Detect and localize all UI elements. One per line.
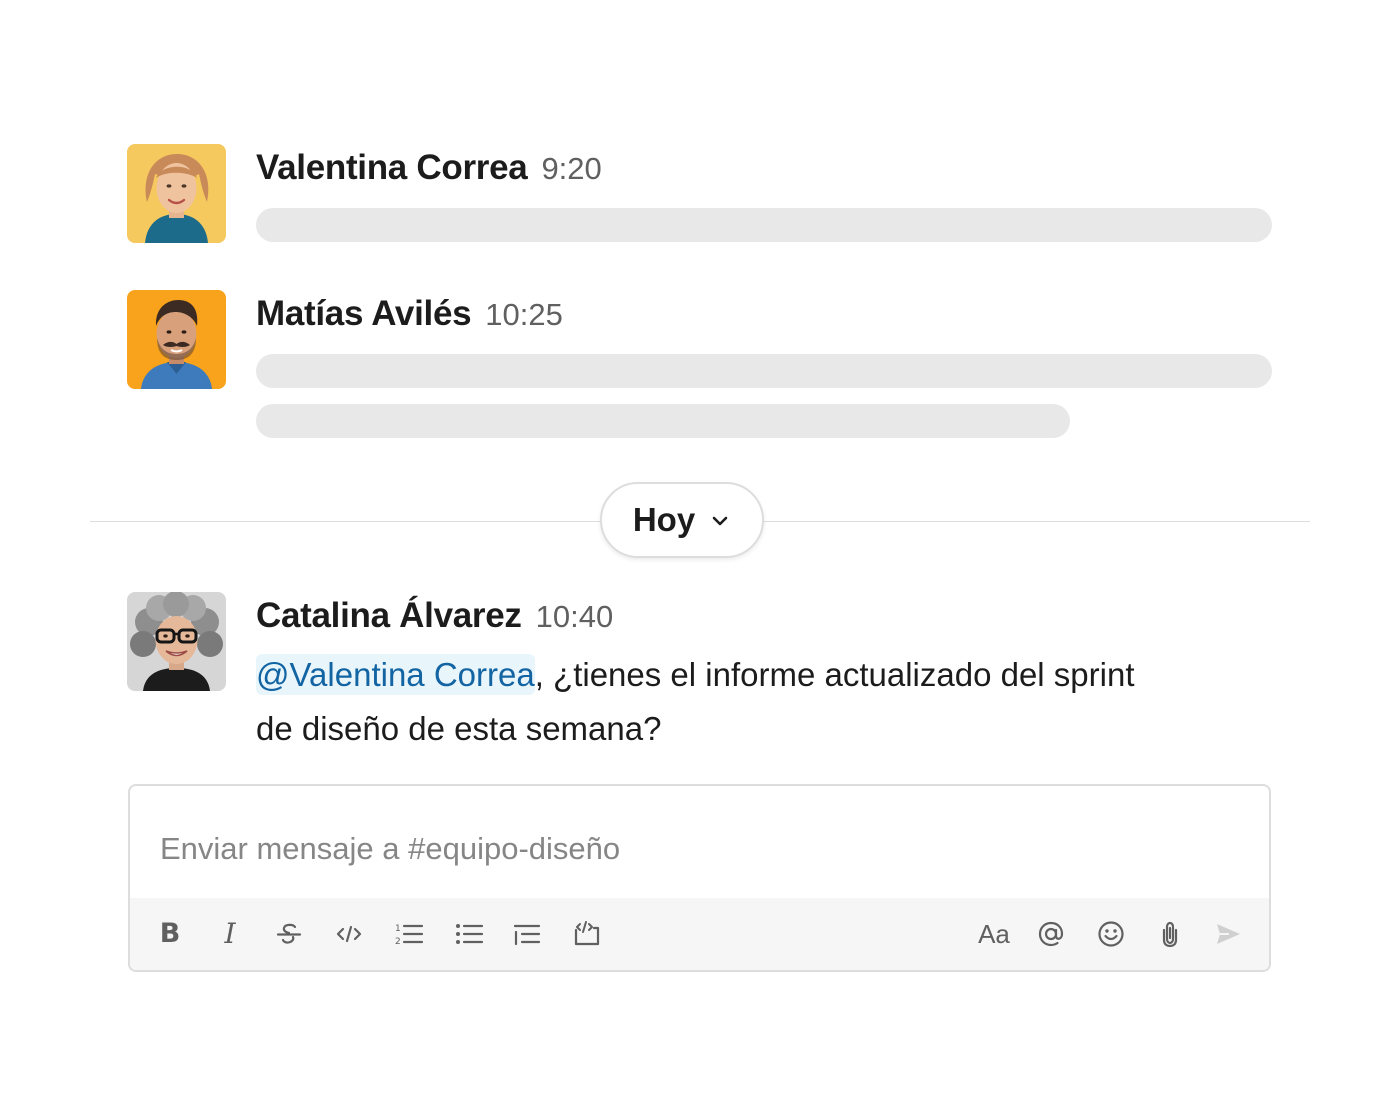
mention-icon (1038, 921, 1064, 947)
strikethrough-icon (276, 923, 302, 944)
blockquote-button[interactable] (507, 914, 547, 954)
bold-button[interactable]: B (150, 914, 190, 954)
avatar-catalina-image (127, 592, 226, 691)
format-text-icon: Aa (978, 919, 1010, 949)
code-icon (336, 925, 362, 943)
message-timestamp[interactable]: 10:25 (485, 297, 563, 332)
blockquote-icon (513, 924, 541, 946)
sender-name[interactable]: Valentina Correa (256, 148, 528, 187)
avatar-catalina[interactable] (127, 592, 226, 691)
format-text-button[interactable]: Aa (972, 914, 1016, 954)
code-button[interactable] (329, 914, 369, 954)
user-mention[interactable]: @Valentina Correa (256, 654, 535, 695)
bullet-list-button[interactable] (449, 914, 489, 954)
day-divider-button[interactable]: Hoy (600, 482, 764, 558)
avatar-valentina-image (127, 144, 226, 243)
message-timestamp[interactable]: 10:40 (536, 599, 614, 634)
send-button[interactable] (1208, 914, 1248, 954)
ordered-list-button[interactable]: 1 2 (389, 914, 429, 954)
day-divider-label: Hoy (632, 501, 696, 538)
message-input[interactable] (130, 786, 1269, 898)
italic-button[interactable]: I (210, 914, 250, 954)
svg-text:2: 2 (395, 937, 401, 947)
message-text-line-2: de diseño de esta semana? (256, 710, 662, 747)
send-icon (1217, 924, 1240, 944)
avatar-matias[interactable] (127, 290, 226, 389)
emoji-icon (1098, 921, 1124, 947)
message-timestamp[interactable]: 9:20 (541, 151, 601, 186)
avatar-matias-image (127, 290, 226, 389)
svg-text:1: 1 (395, 924, 401, 934)
message-header: Catalina Álvarez 10:40 (256, 594, 613, 645)
attach-button[interactable] (1150, 914, 1190, 954)
message-body: @Valentina Correa, ¿tienes el informe ac… (256, 648, 1216, 756)
bold-icon: B (159, 918, 181, 949)
sender-name[interactable]: Catalina Álvarez (256, 596, 522, 635)
emoji-button[interactable] (1091, 914, 1131, 954)
message-header: Valentina Correa 9:20 (256, 146, 602, 197)
message-header: Matías Avilés 10:25 (256, 292, 563, 343)
bullet-list-icon (456, 924, 484, 944)
chevron-down-icon (712, 516, 728, 526)
mention-button[interactable] (1031, 914, 1071, 954)
formatting-toolbar: B I 1 2 Aa (130, 898, 1269, 970)
sender-name[interactable]: Matías Avilés (256, 294, 472, 333)
strikethrough-button[interactable] (269, 914, 309, 954)
message-placeholder-line (256, 208, 1272, 242)
italic-icon: I (224, 917, 236, 950)
message-placeholder-line (256, 404, 1070, 438)
code-block-button[interactable] (567, 914, 607, 954)
message-composer: B I 1 2 (128, 784, 1271, 972)
ordered-list-icon: 1 2 (395, 924, 424, 947)
message-text-line-1: , ¿tienes el informe actualizado del spr… (534, 656, 1135, 693)
attach-icon (1162, 921, 1178, 948)
message-placeholder-line (256, 354, 1272, 388)
code-block-icon (574, 921, 600, 946)
avatar-valentina[interactable] (127, 144, 226, 243)
